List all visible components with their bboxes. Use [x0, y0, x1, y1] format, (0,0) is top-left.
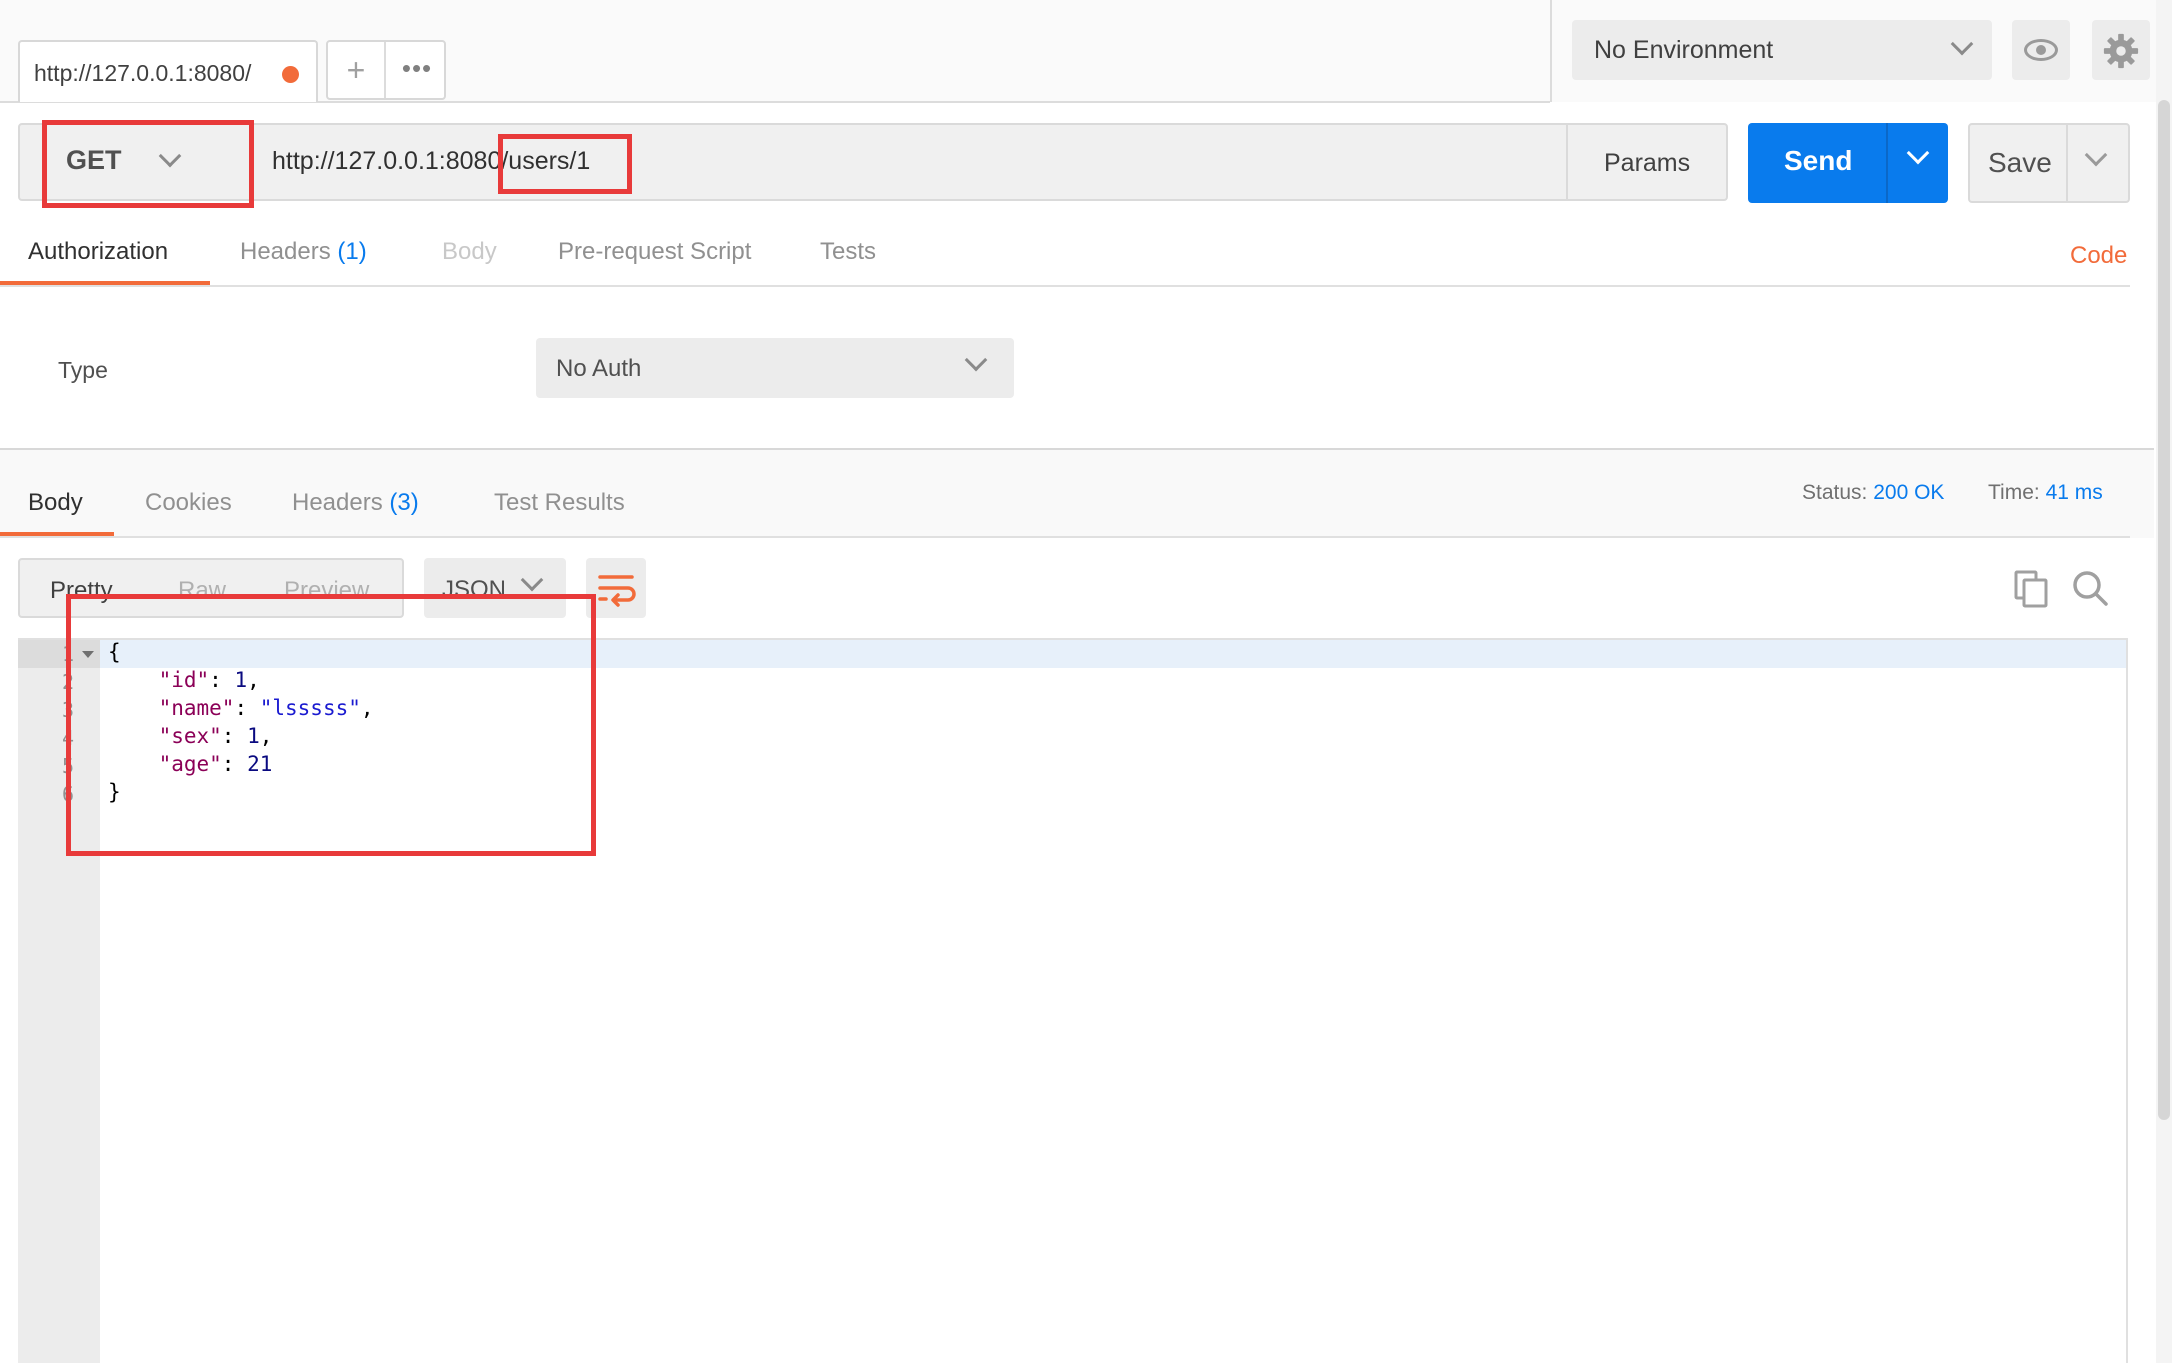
time-label: Time:	[1988, 481, 2040, 504]
tab-label: Body	[442, 238, 497, 265]
status-label: Status:	[1802, 481, 1868, 504]
eye-icon	[2024, 39, 2058, 61]
tab-label: Headers	[292, 489, 383, 516]
gear-icon	[2103, 33, 2139, 69]
manage-environments-button[interactable]	[2092, 20, 2150, 80]
send-options-chevron-icon[interactable]	[1906, 141, 1930, 165]
tab-count: (3)	[389, 489, 419, 516]
request-tab[interactable]: http://127.0.0.1:8080/	[18, 40, 318, 102]
auth-type-value: No Auth	[556, 355, 642, 382]
auth-type-label: Type	[58, 357, 108, 383]
response-tab-cookies[interactable]: Cookies	[145, 489, 232, 517]
environment-select-value: No Environment	[1594, 36, 1774, 64]
top-bar-vertical-divider	[1550, 0, 1552, 102]
chevron-down-icon	[964, 348, 988, 372]
tab-actions: + •••	[326, 40, 446, 100]
tab-pre-request-script[interactable]: Pre-request Script	[558, 238, 751, 266]
tab-label: Test Results	[494, 489, 625, 516]
tab-label: Pre-request Script	[558, 238, 752, 265]
chevron-down-icon	[1950, 32, 1974, 56]
annotation-box-response-body	[66, 594, 596, 856]
response-tab-test-results[interactable]: Test Results	[494, 489, 625, 517]
page-scrollbar-thumb[interactable]	[2158, 100, 2170, 1120]
tab-headers[interactable]: Headers (1)	[240, 238, 367, 266]
chevron-down-icon	[520, 568, 544, 592]
tab-body[interactable]: Body	[442, 238, 497, 266]
params-button[interactable]: Params	[1604, 149, 1690, 178]
params-divider	[1566, 125, 1568, 199]
new-tab-button[interactable]: +	[328, 42, 386, 98]
tab-label: Authorization	[28, 238, 169, 265]
tab-count: (1)	[337, 238, 367, 265]
send-button-label: Send	[1784, 145, 1853, 176]
response-status: Status: 200 OK	[1802, 481, 1944, 505]
tab-label: Headers	[240, 238, 331, 265]
environment-quick-look-button[interactable]	[2012, 20, 2070, 80]
time-value[interactable]: 41 ms	[2046, 481, 2103, 504]
more-tabs-button[interactable]: •••	[388, 42, 446, 98]
response-tab-headers[interactable]: Headers (3)	[292, 489, 419, 517]
send-button[interactable]: Send	[1748, 123, 1948, 203]
environment-select[interactable]: No Environment	[1572, 20, 1992, 80]
save-options-chevron-icon[interactable]	[2084, 143, 2108, 167]
save-button-label: Save	[1988, 147, 2052, 178]
request-tab-title: http://127.0.0.1:8080/	[34, 60, 252, 86]
response-tabs-divider	[0, 536, 2130, 538]
save-button[interactable]: Save	[1968, 123, 2130, 203]
search-icon[interactable]	[2070, 568, 2110, 608]
code-link[interactable]: Code	[2070, 242, 2127, 270]
unsaved-dot-icon[interactable]	[282, 66, 299, 83]
tab-label: Body	[28, 489, 83, 516]
annotation-box-method	[42, 120, 254, 208]
tab-label: Cookies	[145, 489, 232, 516]
annotation-box-url-path	[498, 134, 632, 194]
response-time: Time: 41 ms	[1988, 481, 2103, 505]
request-tabs-divider	[0, 285, 2130, 287]
save-split-divider	[2066, 125, 2068, 201]
response-tab-body[interactable]: Body	[28, 489, 83, 517]
auth-type-select[interactable]: No Auth	[536, 338, 1014, 398]
copy-icon[interactable]	[2012, 570, 2050, 608]
send-split-divider	[1886, 123, 1888, 203]
tab-authorization[interactable]: Authorization	[28, 238, 168, 266]
tab-tests[interactable]: Tests	[820, 238, 876, 266]
status-value[interactable]: 200 OK	[1873, 481, 1944, 504]
tab-label: Tests	[820, 238, 877, 265]
